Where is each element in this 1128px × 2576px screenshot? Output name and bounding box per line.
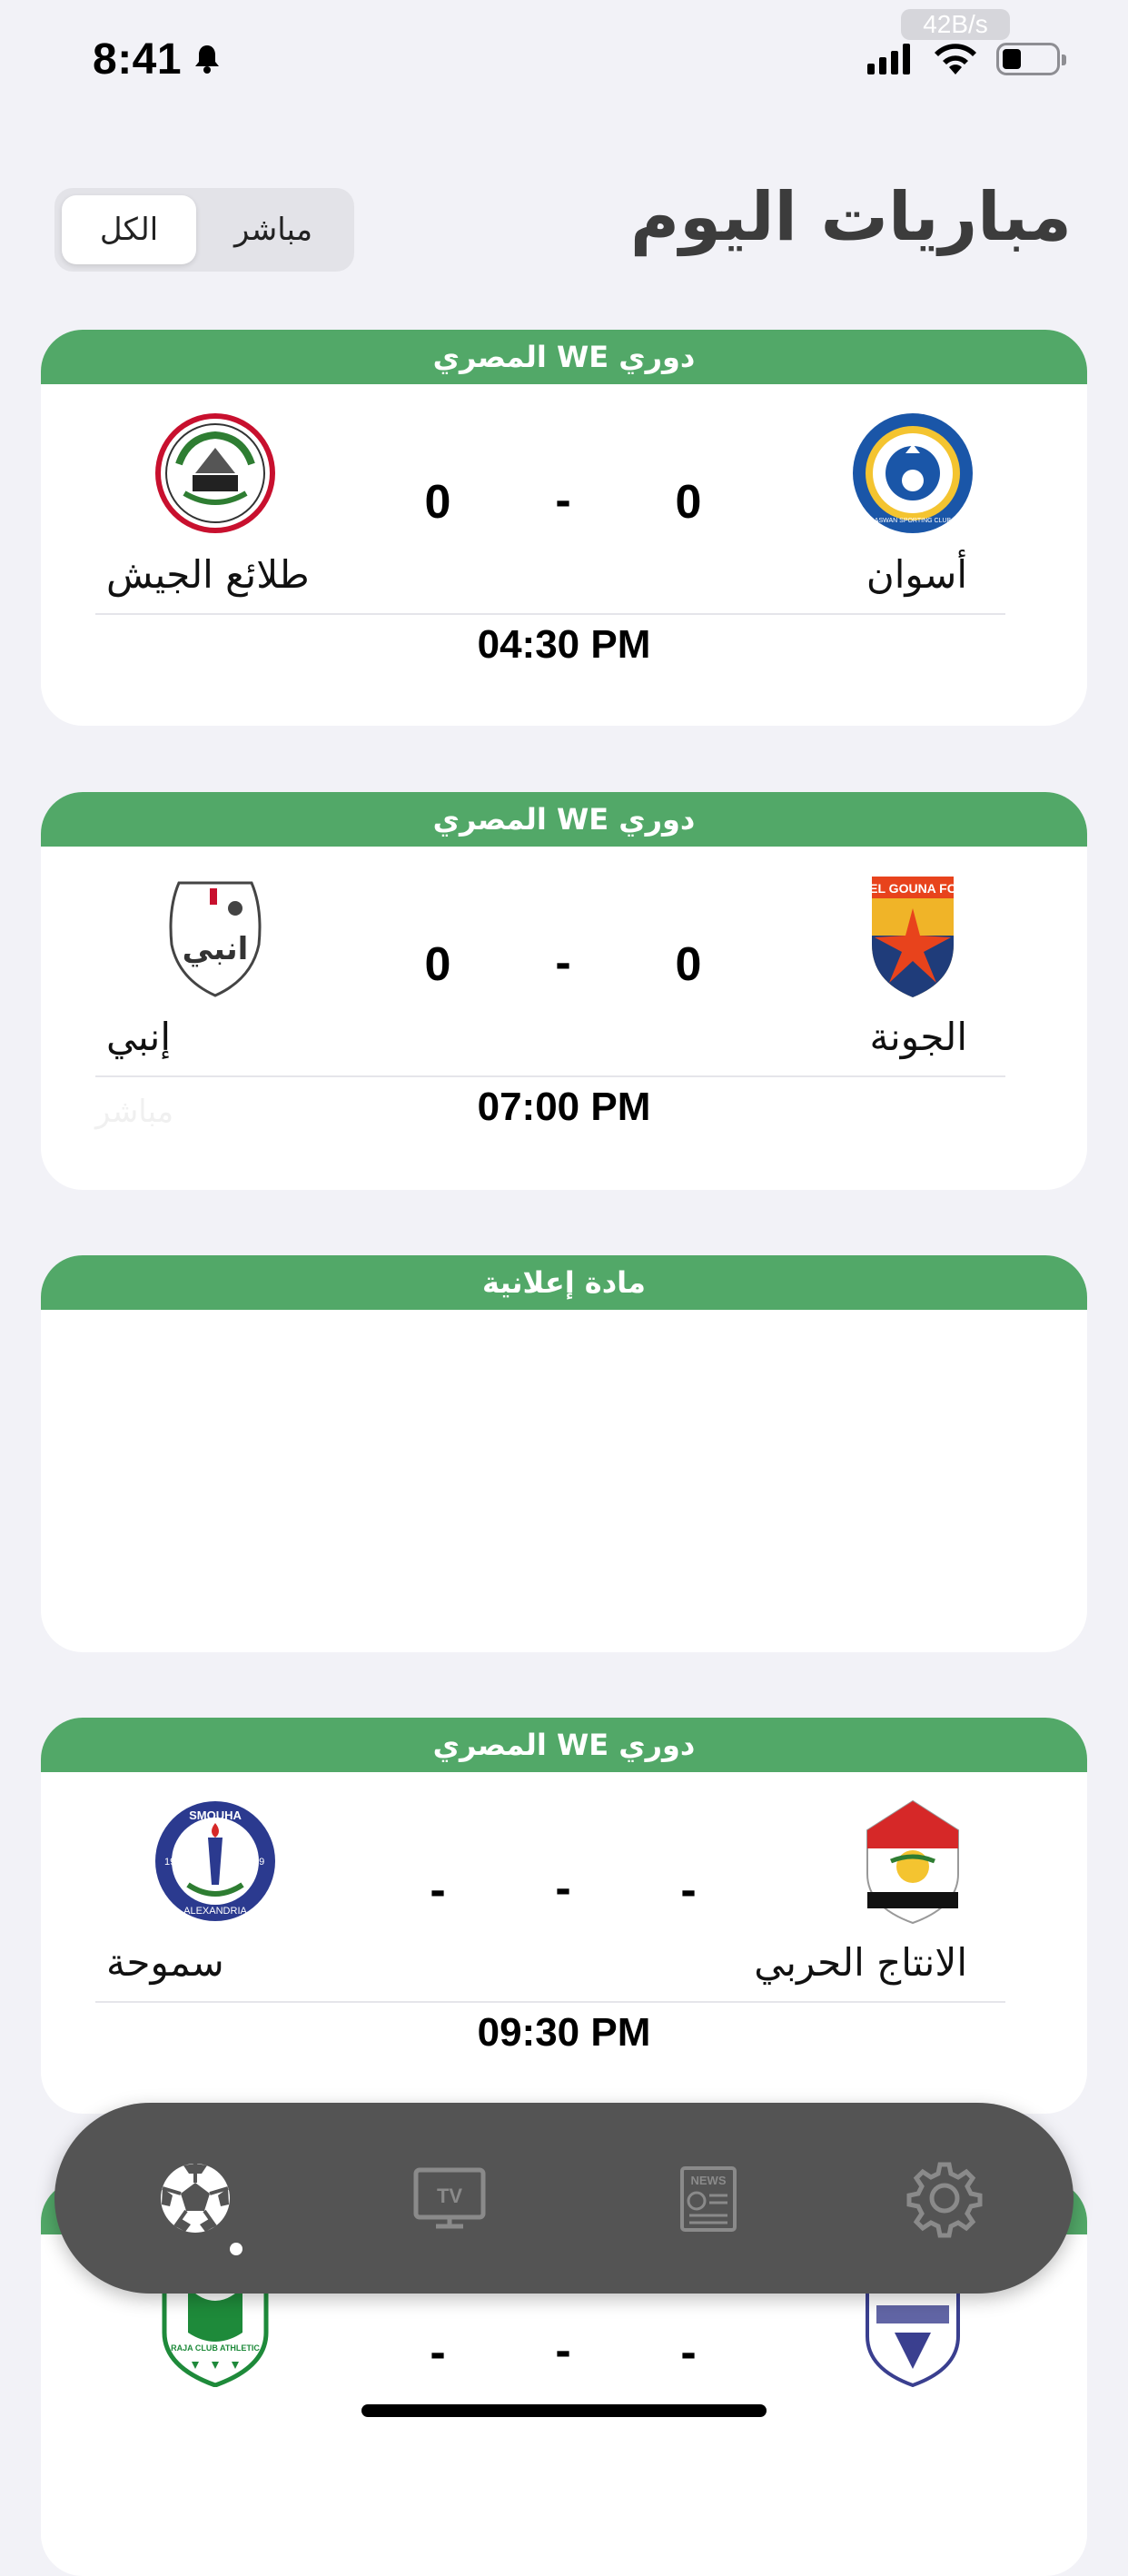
filter-segmented-control[interactable]: الكل مباشر bbox=[54, 188, 354, 272]
status-bar: 8:41 42B/s bbox=[0, 0, 1128, 118]
match-card[interactable]: دوري WE المصري ASWAN SPORTING CLUB 0 - 0… bbox=[41, 330, 1087, 726]
svg-text:NEWS: NEWS bbox=[691, 2174, 727, 2187]
status-time: 8:41 bbox=[93, 35, 183, 84]
svg-text:ALEXANDRIA: ALEXANDRIA bbox=[183, 1906, 247, 1917]
battery-icon bbox=[996, 43, 1066, 75]
svg-text:SMOUHA: SMOUHA bbox=[189, 1808, 242, 1822]
away-team-name: طلائع الجيش bbox=[106, 552, 310, 597]
home-score: - bbox=[680, 2326, 697, 2379]
tala-al-jaish-logo-icon bbox=[155, 413, 275, 533]
enppi-logo-icon: انبي bbox=[169, 881, 262, 997]
gear-icon[interactable] bbox=[895, 2148, 994, 2248]
kickoff-time: 07:00 PM bbox=[477, 1085, 651, 1129]
active-tab-indicator bbox=[230, 2243, 242, 2255]
bell-icon bbox=[195, 45, 219, 74]
home-score: 0 bbox=[675, 476, 702, 529]
home-score: 0 bbox=[675, 938, 702, 991]
match-card[interactable]: دوري WE المصري SMOUHA ALEXANDRIA 19 49 -… bbox=[41, 1718, 1087, 2114]
ad-card: مادة إعلانية bbox=[41, 1255, 1087, 1652]
svg-text:49: 49 bbox=[253, 1857, 264, 1868]
kickoff-time: 04:30 PM bbox=[477, 622, 651, 667]
el-entag-el-harby-logo-icon bbox=[866, 1799, 959, 1925]
aswan-logo-icon: ASWAN SPORTING CLUB bbox=[853, 413, 973, 533]
home-score: - bbox=[680, 1864, 697, 1917]
away-team-name: إنبي bbox=[106, 1015, 172, 1059]
ad-header: مادة إعلانية bbox=[41, 1255, 1087, 1310]
score-separator: - bbox=[555, 2324, 571, 2377]
svg-text:انبي: انبي bbox=[183, 931, 249, 967]
away-score: 0 bbox=[424, 476, 451, 529]
el-gouna-logo-icon: EL GOUNA FC bbox=[869, 877, 956, 997]
news-icon[interactable]: NEWS bbox=[658, 2148, 758, 2248]
home-team-name: الجونة bbox=[869, 1015, 967, 1059]
away-team-name: سموحة bbox=[106, 1940, 224, 1985]
home-team-name: الانتاج الحربي bbox=[754, 1940, 967, 1985]
smouha-logo-icon: SMOUHA ALEXANDRIA 19 49 bbox=[155, 1801, 275, 1921]
away-score: - bbox=[430, 1864, 446, 1917]
score-separator: - bbox=[555, 936, 571, 989]
svg-text:19: 19 bbox=[164, 1857, 175, 1868]
tab-bar: TV NEWS bbox=[54, 2103, 1074, 2294]
network-speed-badge: 42B/s bbox=[901, 9, 1010, 40]
svg-text:EL GOUNA FC: EL GOUNA FC bbox=[869, 881, 956, 896]
soccer-ball-icon[interactable] bbox=[145, 2148, 245, 2248]
league-header: دوري WE المصري bbox=[41, 1718, 1087, 1772]
divider bbox=[95, 613, 1005, 615]
match-card[interactable]: دوري WE المصري EL GOUNA FC انبي 0 - 0 ال… bbox=[41, 792, 1087, 1190]
segment-all[interactable]: الكل bbox=[62, 195, 196, 264]
cellular-signal-icon bbox=[867, 44, 910, 74]
home-indicator bbox=[361, 2404, 767, 2417]
league-header: دوري WE المصري bbox=[41, 330, 1087, 384]
score-separator: - bbox=[555, 474, 571, 527]
svg-text:ASWAN SPORTING CLUB: ASWAN SPORTING CLUB bbox=[875, 518, 952, 524]
divider bbox=[95, 2001, 1005, 2003]
svg-text:TV: TV bbox=[437, 2185, 462, 2207]
tv-icon[interactable]: TV bbox=[400, 2148, 500, 2248]
divider bbox=[95, 1075, 1005, 1077]
segment-live[interactable]: مباشر bbox=[200, 195, 347, 264]
score-separator: - bbox=[555, 1862, 571, 1915]
league-header: دوري WE المصري bbox=[41, 792, 1087, 847]
home-team-name: أسوان bbox=[866, 552, 967, 597]
page-title: مباريات اليوم bbox=[629, 178, 1072, 256]
away-score: - bbox=[430, 2326, 446, 2379]
away-score: 0 bbox=[424, 938, 451, 991]
wifi-icon bbox=[935, 44, 976, 74]
svg-text:RAJA CLUB ATHLETIC: RAJA CLUB ATHLETIC bbox=[171, 2343, 260, 2353]
kickoff-time: 09:30 PM bbox=[477, 2010, 651, 2055]
